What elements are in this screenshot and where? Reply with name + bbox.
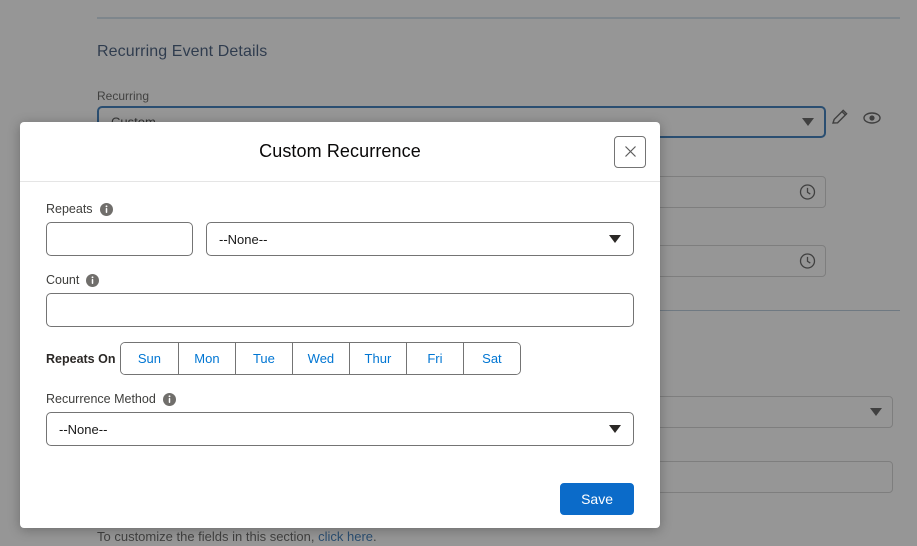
- count-field-group: Count: [46, 271, 634, 327]
- recurrence-method-value: --None--: [59, 421, 108, 437]
- day-button-mon[interactable]: Mon: [177, 343, 235, 374]
- day-button-tue[interactable]: Tue: [234, 343, 292, 374]
- info-icon[interactable]: [99, 202, 113, 216]
- count-label-row: Count: [46, 273, 100, 287]
- chevron-down-icon: [609, 235, 621, 243]
- count-input[interactable]: [46, 293, 634, 327]
- repeats-inputs-row: --None--: [46, 222, 634, 256]
- modal-header: Custom Recurrence: [20, 122, 660, 182]
- info-icon[interactable]: [86, 273, 100, 287]
- repeats-label-row: Repeats: [46, 202, 113, 216]
- repeats-on-group: Repeats On Sun Mon Tue Wed Thur Fri Sat: [46, 342, 634, 375]
- modal-title: Custom Recurrence: [259, 141, 421, 161]
- day-button-fri[interactable]: Fri: [405, 343, 463, 374]
- day-button-sun[interactable]: Sun: [120, 343, 178, 374]
- repeats-unit-value: --None--: [219, 231, 268, 247]
- day-button-thur[interactable]: Thur: [348, 343, 406, 374]
- save-button[interactable]: Save: [560, 483, 634, 515]
- day-button-sat[interactable]: Sat: [462, 343, 520, 374]
- day-of-week-button-group: Sun Mon Tue Wed Thur Fri Sat: [119, 342, 521, 375]
- recurrence-method-select[interactable]: --None--: [46, 412, 634, 446]
- chevron-down-icon: [609, 425, 621, 433]
- recurrence-method-label: Recurrence Method: [46, 392, 156, 406]
- day-button-wed[interactable]: Wed: [291, 343, 349, 374]
- count-label: Count: [46, 273, 80, 287]
- recurrence-method-group: Recurrence Method --None--: [46, 390, 634, 446]
- modal-body: Repeats --None-- Count Repeats On Sun Mo…: [20, 182, 660, 470]
- repeats-label: Repeats: [46, 202, 93, 216]
- modal-footer: Save: [20, 470, 660, 528]
- info-icon[interactable]: [162, 392, 176, 406]
- repeats-field-group: Repeats --None--: [46, 200, 634, 256]
- custom-recurrence-modal: Custom Recurrence Repeats --None-- Count…: [20, 122, 660, 528]
- close-button[interactable]: [614, 135, 646, 168]
- close-icon: [624, 145, 637, 158]
- repeats-interval-input[interactable]: [46, 222, 193, 256]
- repeats-unit-select[interactable]: --None--: [206, 222, 634, 256]
- repeats-on-label: Repeats On: [46, 352, 116, 366]
- recurrence-method-label-row: Recurrence Method: [46, 392, 176, 406]
